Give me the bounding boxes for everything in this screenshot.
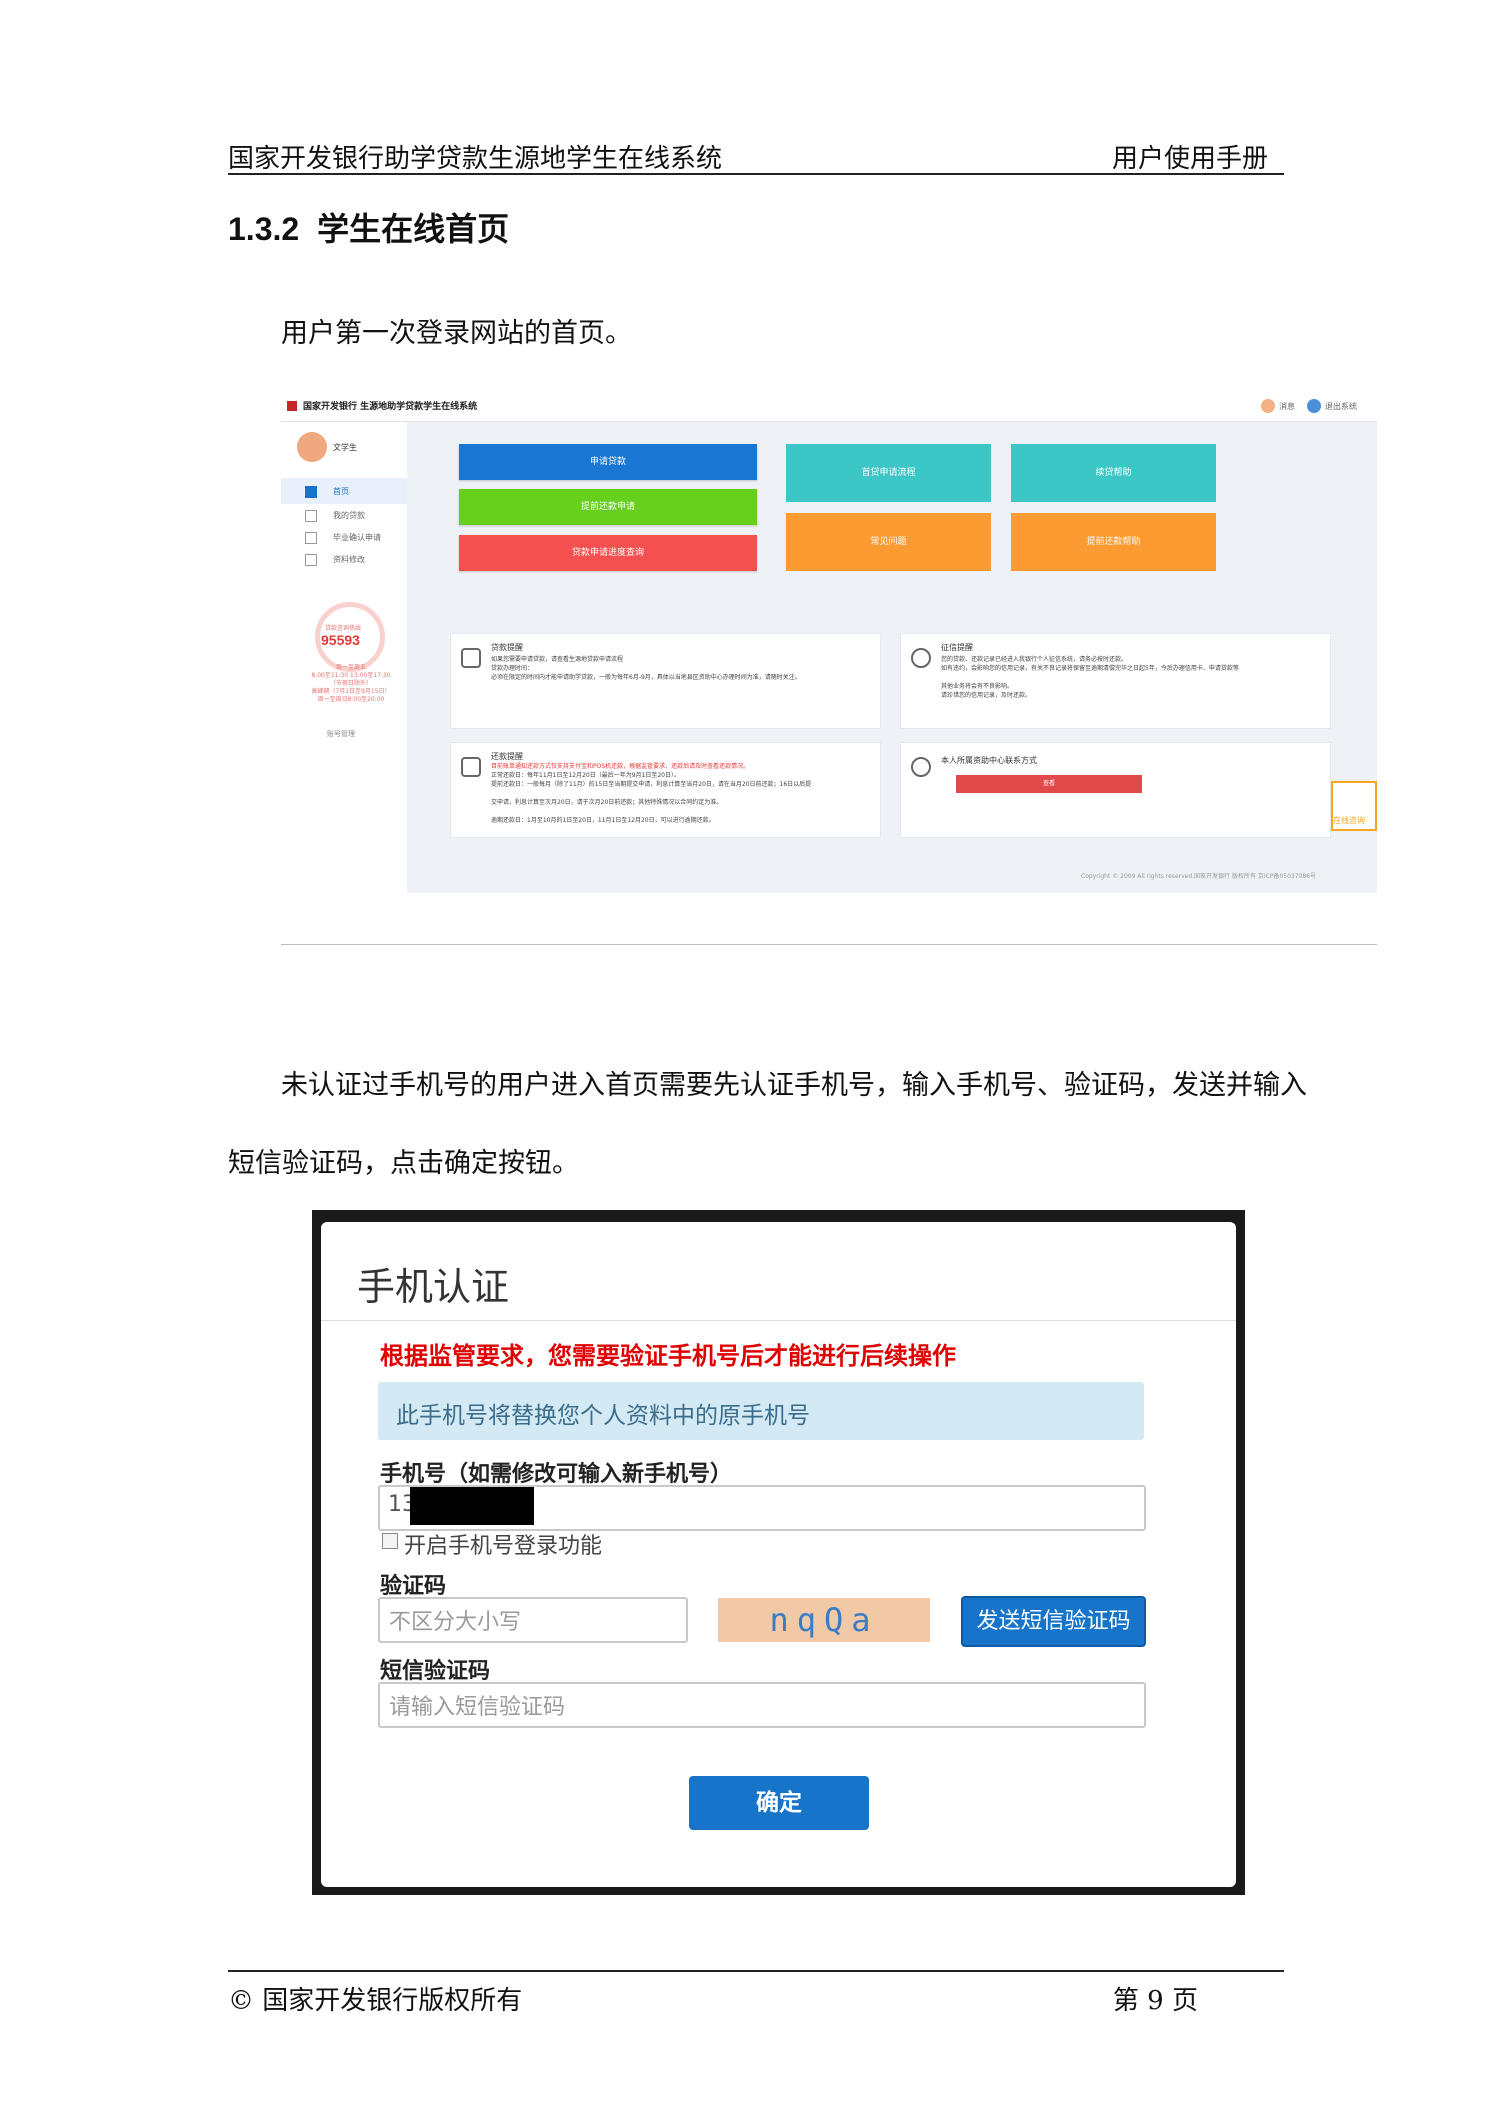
section-heading: 1.3.2 学生在线首页 <box>228 204 509 250</box>
doc-header-manual: 用户使用手册 <box>1111 144 1268 174</box>
phone-login-label: 开启手机号登录功能 <box>404 1534 603 1559</box>
hotline-label: 贷款咨询热线 <box>325 625 362 632</box>
hours-line: 周一至周日8:00至20:00 <box>317 696 385 703</box>
logout-icon[interactable] <box>1307 399 1321 413</box>
avatar <box>297 432 327 462</box>
footer-copyright: © 国家开发银行版权所有 <box>228 1986 523 2016</box>
view-contact-button[interactable]: 查看 <box>956 775 1142 793</box>
home-icon <box>305 486 317 498</box>
captcha-placeholder: 不区分大小写 <box>389 1610 522 1635</box>
apply-loan-button[interactable]: 申请贷款 <box>459 444 757 480</box>
footer-rule <box>228 1970 1284 1972</box>
send-sms-code-button[interactable]: 发送短信验证码 <box>961 1596 1146 1647</box>
bank-logo-icon <box>287 401 297 411</box>
sms-code-label: 短信验证码 <box>380 1659 491 1684</box>
info-alert-text: 此手机号将替换您个人资料中的原手机号 <box>396 1403 810 1429</box>
list-icon <box>305 510 317 522</box>
tile-renew-help[interactable]: 续贷帮助 <box>1011 444 1216 502</box>
alarm-clock-icon <box>911 648 931 668</box>
tile-prepay-help[interactable]: 提前还款帮助 <box>1011 513 1216 571</box>
search-icon <box>911 757 931 777</box>
site-brand: 国家开发银行 生源地助学贷款学生在线系统 <box>303 402 478 412</box>
tile-faq[interactable]: 常见问题 <box>786 513 991 571</box>
captcha-image-text: nqQa <box>769 1601 879 1639</box>
card-contact: 本人所属资助中心联系方式 查看 <box>900 742 1331 838</box>
cap-icon <box>305 532 317 544</box>
captcha-label: 验证码 <box>380 1574 447 1599</box>
edit-icon <box>305 554 317 566</box>
paragraph-intro: 用户第一次登录网站的首页。 <box>281 318 632 349</box>
sidebar-item-profile[interactable]: 资料修改 <box>281 546 407 572</box>
modal-title: 手机认证 <box>357 1265 510 1309</box>
doc-header-title: 国家开发银行助学贷款生源地学生在线系统 <box>228 144 723 174</box>
regulation-warning: 根据监管要求，您需要验证手机号后才能进行后续操作 <box>380 1342 956 1370</box>
progress-query-button[interactable]: 贷款申请进度查询 <box>459 535 757 571</box>
user-name: 文学生 <box>333 443 357 452</box>
section-title: 学生在线首页 <box>317 210 510 248</box>
prepay-apply-button[interactable]: 提前还款申请 <box>459 489 757 525</box>
account-manage-link[interactable]: 账号管理 <box>327 729 355 739</box>
section-number: 1.3.2 <box>228 211 300 247</box>
homepage-screenshot: 国家开发银行 生源地助学贷款学生在线系统 消息 退出系统 文学生 首页 我的贷款… <box>281 391 1377 893</box>
confirm-button[interactable]: 确定 <box>689 1776 869 1830</box>
paragraph-instruction-line2: 短信验证码，点击确定按钮。 <box>228 1148 579 1179</box>
phone-label: 手机号（如需修改可输入新手机号） <box>380 1462 733 1487</box>
card-credit-reminder: 征信提醒 您的贷款、还款记录已经进入我银行个人征信系统，请务必按时还款。 如有违… <box>900 633 1331 729</box>
redaction-mask <box>410 1487 534 1525</box>
message-icon[interactable] <box>1261 399 1275 413</box>
modal-divider <box>321 1320 1236 1321</box>
message-link[interactable]: 消息 <box>1279 401 1295 412</box>
card-loan-reminder: 贷款提醒 如果您需要申请贷款，请查看生源地贷款申请流程 贷款办理时间： 必须在限… <box>450 633 881 729</box>
calendar-icon <box>461 757 481 777</box>
divider <box>281 944 1377 945</box>
card-repay-reminder: 还款提醒 目前账单通知还款方式仅支持支付宝和POS机还款，根据监管要求，还款后请… <box>450 742 881 838</box>
sidebar: 文学生 首页 我的贷款 毕业确认申请 资料修改 贷款咨询热线 95593 周一至… <box>281 422 407 893</box>
top-bar: 国家开发银行 生源地助学贷款学生在线系统 消息 退出系统 <box>281 391 1377 422</box>
page-number: 第 9 页 <box>1112 1986 1198 2016</box>
tile-first-loan[interactable]: 首贷申请流程 <box>786 444 991 502</box>
sms-code-placeholder: 请输入短信验证码 <box>389 1695 566 1720</box>
sidebar-item-home[interactable]: 首页 <box>281 478 407 504</box>
header-rule <box>228 173 1284 175</box>
copyright-text: Copyright © 2009 All rights reserved.国家开… <box>1081 873 1316 880</box>
hotline-number: 95593 <box>321 632 360 648</box>
phone-login-checkbox[interactable] <box>382 1533 398 1549</box>
paragraph-instruction-line1: 未认证过手机号的用户进入首页需要先认证手机号，输入手机号、验证码，发送并输入 <box>281 1070 1307 1101</box>
logout-link[interactable]: 退出系统 <box>1325 401 1357 412</box>
online-consult-label[interactable]: 在线咨询 <box>1333 815 1365 826</box>
speaker-icon <box>461 648 481 668</box>
